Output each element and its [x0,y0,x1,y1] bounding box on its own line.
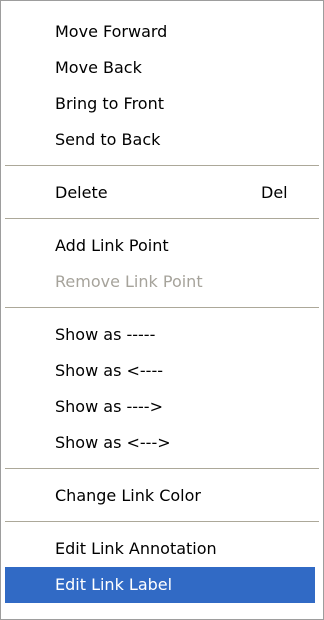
menu-item-show-as-left-arrow[interactable]: Show as <---- [5,353,315,389]
menu-item-label: Add Link Point [55,236,169,255]
menu-item-show-as-line[interactable]: Show as ----- [5,317,315,353]
menu-item-bring-to-front[interactable]: Bring to Front [5,86,315,122]
menu-item-label: Remove Link Point [55,272,203,291]
menu-item-show-as-double-arrow[interactable]: Show as <---> [5,425,315,461]
context-menu: Move Forward Move Back Bring to Front Se… [0,0,324,620]
menu-item-label: Edit Link Label [55,575,173,594]
menu-item-delete[interactable]: Delete Del [5,175,315,211]
menu-item-label: Move Back [55,58,142,77]
menu-item-label: Send to Back [55,130,161,149]
menu-item-label: Delete [55,183,108,202]
menu-item-label: Show as <---> [55,433,171,452]
menu-separator [5,218,319,219]
menu-item-label: Show as <---- [55,361,163,380]
menu-separator [5,521,319,522]
menu-item-label: Edit Link Annotation [55,539,217,558]
menu-item-remove-link-point: Remove Link Point [5,264,315,300]
menu-item-shortcut: Del [261,183,288,202]
menu-item-edit-link-annotation[interactable]: Edit Link Annotation [5,531,315,567]
menu-item-label: Show as ----- [55,325,156,344]
menu-item-change-link-color[interactable]: Change Link Color [5,478,315,514]
menu-item-move-back[interactable]: Move Back [5,50,315,86]
menu-item-move-forward[interactable]: Move Forward [5,14,315,50]
menu-item-label: Bring to Front [55,94,164,113]
menu-separator [5,165,319,166]
menu-item-send-to-back[interactable]: Send to Back [5,122,315,158]
menu-item-show-as-right-arrow[interactable]: Show as ----> [5,389,315,425]
menu-item-add-link-point[interactable]: Add Link Point [5,228,315,264]
menu-item-edit-link-label[interactable]: Edit Link Label [5,567,315,603]
menu-item-label: Move Forward [55,22,168,41]
menu-separator [5,307,319,308]
menu-item-label: Change Link Color [55,486,201,505]
menu-separator [5,468,319,469]
menu-item-label: Show as ----> [55,397,163,416]
